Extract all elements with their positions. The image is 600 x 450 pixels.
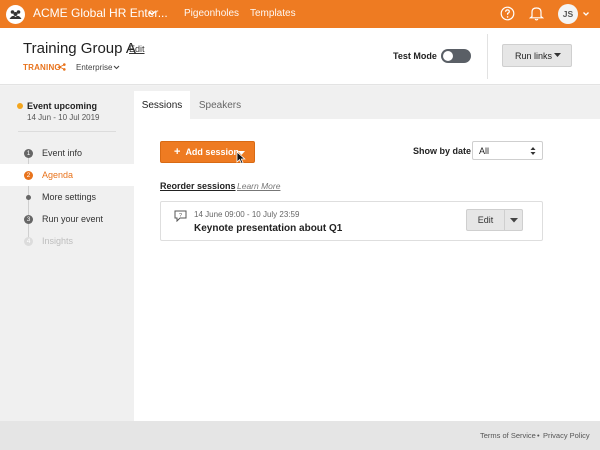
nav-pigeonholes[interactable]: Pigeonholes [184,8,239,19]
sidebar-item-event-info[interactable]: 1 Event info [0,142,134,164]
sidebar-item-label: Insights [42,236,74,246]
sidebar-divider [18,131,116,132]
sub-step-dot [26,194,31,200]
nav-templates[interactable]: Templates [250,8,296,19]
avatar[interactable]: JS [558,4,578,24]
toggle-knob [443,51,453,61]
org-logo-icon[interactable] [6,5,25,24]
group-tag[interactable]: TRANING [23,63,61,72]
share-icon[interactable] [58,63,66,71]
sidebar-item-label: More settings [42,192,97,202]
svg-text:?: ? [179,213,182,219]
sidebar-item-run-your-event[interactable]: 3 Run your event [0,208,134,230]
learn-more-link[interactable]: Learn More [237,181,280,191]
top-bar: ACME Global HR Enter... Pigeonholes Temp… [0,0,600,28]
sidebar-item-label: Run your event [42,214,104,224]
terms-of-service-link[interactable]: Terms of Service [480,431,536,440]
sidebar-item-label: Event info [42,148,83,158]
event-header: Training Group A Edit TRANING Enterprise… [0,28,600,85]
sidebar-item-more-settings[interactable]: More settings [0,186,134,208]
step-badge: 1 [24,148,33,158]
run-links-button[interactable]: Run links [502,44,572,67]
date-filter-select[interactable]: All [472,141,543,160]
test-mode-label: Test Mode [393,51,437,61]
footer-separator: • [537,431,540,440]
step-badge: 4 [24,236,33,246]
sidebar: Event upcoming 14 Jun - 10 Jul 2019 1 Ev… [0,86,134,421]
step-badge: 3 [24,214,33,224]
edit-title-link[interactable]: Edit [129,44,145,54]
chevron-down-icon[interactable] [582,10,590,18]
chevron-down-icon[interactable] [113,64,120,71]
session-time: 14 June 09:00 - 10 July 23:59 [194,210,300,219]
date-filter-value: All [479,145,490,156]
sidebar-item-agenda[interactable]: 2 Agenda [0,164,134,186]
reorder-sessions-link[interactable]: Reorder sessions [160,181,236,191]
bell-icon[interactable] [529,5,544,21]
session-card[interactable]: ? 14 June 09:00 - 10 July 23:59 Keynote … [160,201,543,241]
chevron-down-icon[interactable] [147,8,157,18]
qa-icon: ? [174,210,187,222]
plan-selector[interactable]: Enterprise [76,63,112,72]
plus-icon: + [174,146,181,158]
header-divider [487,34,488,79]
session-options-button[interactable] [504,209,523,231]
mouse-cursor-icon [236,151,246,165]
show-by-date-label: Show by date [413,146,472,156]
status-dot [17,103,23,109]
help-icon[interactable] [500,6,515,21]
sessions-panel: + Add session Show by date All Reorder s… [134,119,600,421]
event-dates: 14 Jun - 10 Jul 2019 [27,113,100,122]
select-arrows-icon [530,147,536,155]
page-title: Training Group A [23,40,136,57]
add-session-label: Add session [185,147,239,157]
main-content: Sessions Speakers + Add session Show by … [134,86,600,421]
privacy-policy-link[interactable]: Privacy Policy [543,431,590,440]
caret-down-icon [554,53,561,57]
test-mode-toggle[interactable] [441,49,471,63]
tab-sessions[interactable]: Sessions [134,91,190,119]
tab-speakers[interactable]: Speakers [190,91,250,119]
caret-down-icon [510,218,518,223]
step-badge: 2 [24,170,33,180]
edit-session-button[interactable]: Edit [466,209,505,231]
session-title: Keynote presentation about Q1 [194,223,343,234]
sidebar-item-insights: 4 Insights [0,230,134,252]
run-links-label: Run links [515,50,553,61]
event-status: Event upcoming [27,101,98,111]
footer: Terms of Service • Privacy Policy [0,421,600,450]
sidebar-item-label: Agenda [42,170,74,180]
